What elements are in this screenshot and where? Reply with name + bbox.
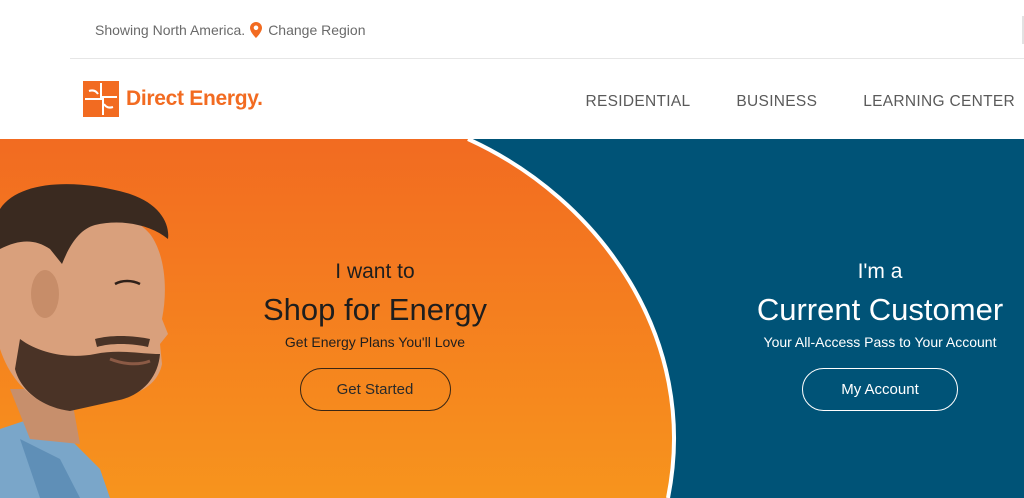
logo-mark-icon bbox=[83, 81, 119, 117]
hero-banner: I want to Shop for Energy Get Energy Pla… bbox=[0, 139, 1024, 498]
brand-logo[interactable]: Direct Energy. bbox=[83, 81, 263, 117]
get-started-button[interactable]: Get Started bbox=[299, 368, 451, 411]
current-heading: Current Customer bbox=[756, 292, 1004, 327]
nav-residential[interactable]: RESIDENTIAL bbox=[585, 93, 690, 111]
current-pre-heading: I'm a bbox=[857, 260, 903, 283]
current-customer-panel: I'm a Current Customer Your All-Access P… bbox=[730, 260, 1024, 411]
region-showing-text: Showing North America. bbox=[95, 22, 246, 38]
page: Showing North America. Change Region Dir… bbox=[0, 0, 1024, 498]
man-portrait-image bbox=[0, 184, 169, 498]
shop-pre-heading: I want to bbox=[335, 260, 415, 283]
change-region-link[interactable]: Change Region bbox=[268, 22, 365, 38]
brand-name: Direct Energy. bbox=[126, 87, 263, 110]
shop-panel: I want to Shop for Energy Get Energy Pla… bbox=[225, 260, 525, 411]
shop-subheading: Get Energy Plans You'll Love bbox=[284, 334, 466, 350]
nav-learning-center[interactable]: LEARNING CENTER bbox=[863, 93, 1015, 111]
my-account-button[interactable]: My Account bbox=[802, 368, 958, 411]
region-selector: Showing North America. Change Region bbox=[95, 22, 365, 38]
site-header: Direct Energy. RESIDENTIAL BUSINESS LEAR… bbox=[0, 59, 1024, 139]
shop-heading: Shop for Energy bbox=[262, 292, 488, 327]
region-bar: Showing North America. Change Region bbox=[0, 0, 1024, 59]
current-subheading: Your All-Access Pass to Your Account bbox=[763, 334, 997, 350]
location-pin-icon bbox=[250, 22, 263, 38]
nav-business[interactable]: BUSINESS bbox=[736, 93, 817, 111]
main-nav: RESIDENTIAL BUSINESS LEARNING CENTER bbox=[585, 93, 1024, 111]
